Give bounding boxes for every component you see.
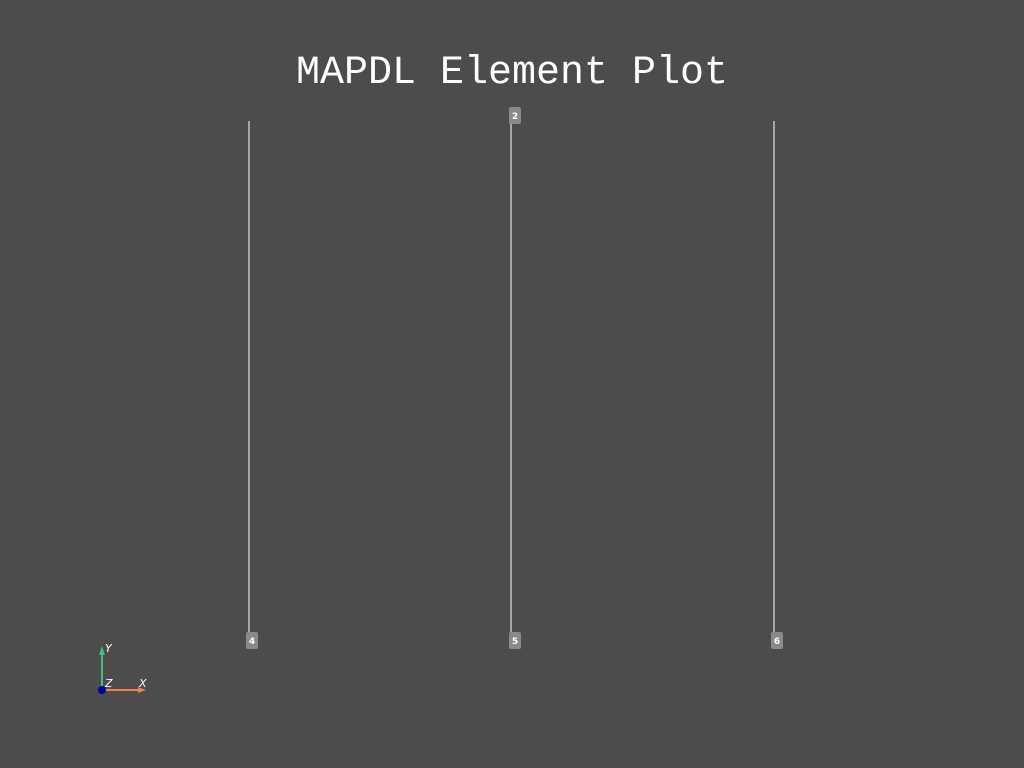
node-label-4: 4 bbox=[246, 632, 258, 649]
node-label-2: 2 bbox=[509, 107, 521, 124]
axes-orientation-widget: Y X Z bbox=[98, 642, 147, 694]
node-label-5: 5 bbox=[509, 632, 521, 649]
svg-text:5: 5 bbox=[512, 637, 518, 647]
x-axis-label: X bbox=[138, 677, 147, 690]
svg-text:4: 4 bbox=[249, 637, 255, 647]
node-label-6: 6 bbox=[771, 632, 783, 649]
svg-text:6: 6 bbox=[774, 637, 780, 647]
element-scene[interactable]: 2 4 5 6 Y X Z bbox=[0, 0, 1024, 768]
render-viewport[interactable]: MAPDL Element Plot 2 4 5 6 Y X Z bbox=[0, 0, 1024, 768]
z-axis-label: Z bbox=[104, 677, 113, 690]
svg-text:2: 2 bbox=[512, 112, 518, 122]
y-axis-label: Y bbox=[105, 642, 113, 655]
